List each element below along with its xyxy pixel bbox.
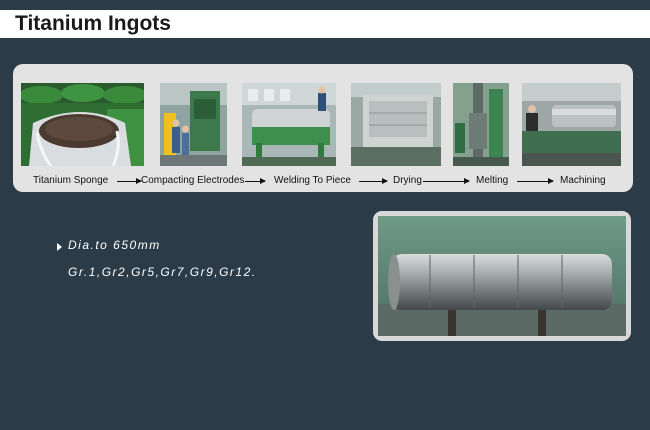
arrow-right-icon <box>517 178 554 184</box>
titanium-ingot-photo <box>378 216 626 336</box>
drying-oven-photo <box>351 83 441 166</box>
page-title: Titanium Ingots <box>15 12 171 35</box>
melting-furnace-photo <box>453 83 509 166</box>
spec-diameter: Dia.to 650mm <box>68 238 161 252</box>
spec-grades: Gr.1,Gr2,Gr5,Gr7,Gr9,Gr12. <box>68 265 257 279</box>
step-label-machining: Machining <box>560 175 606 186</box>
title-bar: Titanium Ingots <box>0 10 650 38</box>
lathe-machining-photo <box>522 83 621 166</box>
welding-workshop-photo <box>242 83 336 166</box>
step-label-titanium-sponge: Titanium Sponge <box>33 175 109 186</box>
step-label-drying: Drying <box>393 175 422 186</box>
titanium-sponge-photo <box>21 83 144 166</box>
process-flow-labels: Titanium Sponge Compacting Electrodes We… <box>13 173 633 189</box>
arrow-right-icon <box>423 178 470 184</box>
compacting-electrodes-photo <box>160 83 227 166</box>
step-label-welding-to-piece: Welding To Piece <box>274 175 351 186</box>
arrow-right-icon <box>245 178 266 184</box>
arrow-right-icon <box>117 178 142 184</box>
step-label-compacting-electrodes: Compacting Electrodes <box>141 175 245 186</box>
arrow-right-icon <box>359 178 388 184</box>
step-label-melting: Melting <box>476 175 509 186</box>
triangle-bullet-icon <box>57 243 62 251</box>
ingot-photo-frame <box>373 211 631 341</box>
process-flow-panel: Titanium Sponge Compacting Electrodes We… <box>13 64 633 192</box>
